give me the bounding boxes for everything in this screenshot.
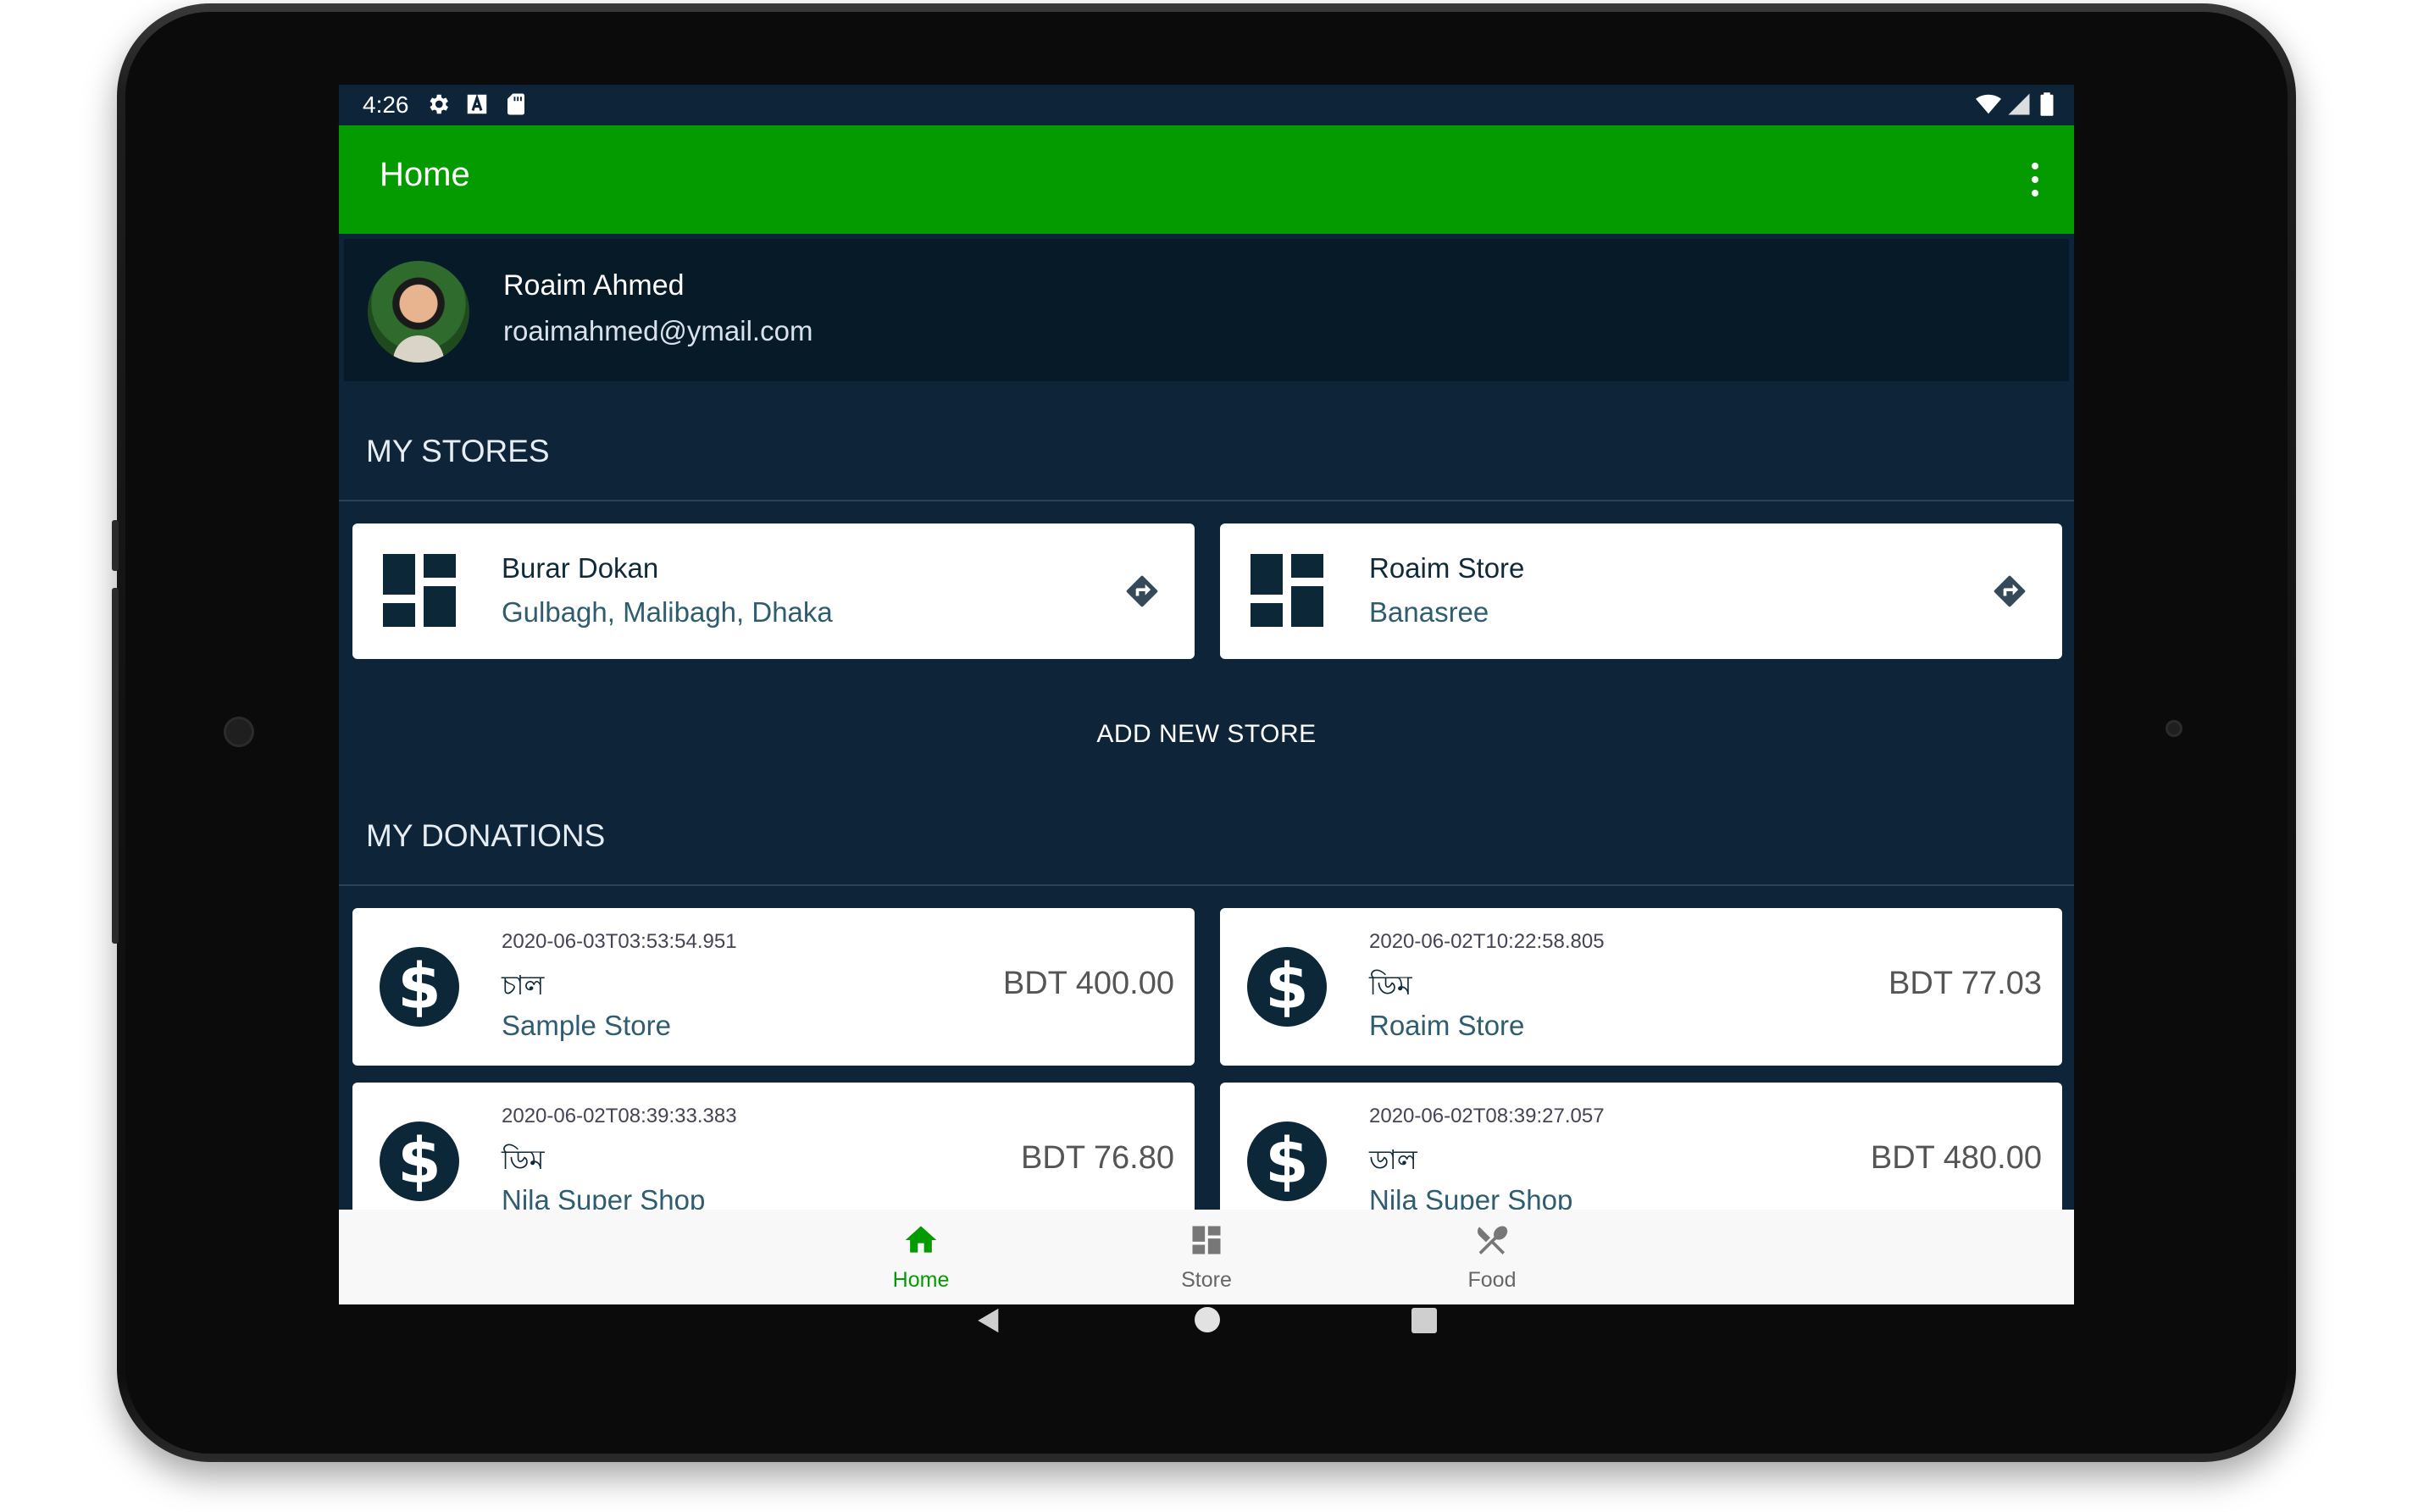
divider (339, 884, 2074, 886)
dashboard-icon (1251, 554, 1323, 627)
donation-item: ডাল (1369, 1144, 1417, 1176)
avatar (368, 261, 469, 363)
back-icon[interactable] (974, 1304, 1003, 1337)
donation-date: 2020-06-02T10:22:58.805 (1369, 930, 1605, 953)
divider (339, 500, 2074, 501)
donation-item: চাল (502, 969, 545, 1001)
volume-rocker (112, 588, 119, 944)
app-bar: Home (339, 125, 2074, 234)
page-title: Home (380, 156, 470, 193)
dollar-icon: $ (1247, 1122, 1327, 1201)
directions-icon[interactable] (1991, 573, 2028, 610)
donation-amount: BDT 77.03 (1888, 966, 2042, 1001)
store-address: Banasree (1369, 596, 1489, 628)
dollar-icon: $ (380, 1122, 459, 1201)
store-card[interactable]: Roaim Store Banasree (1220, 523, 2062, 659)
status-bar: 4:26 (339, 85, 2074, 125)
directions-icon[interactable] (1123, 573, 1161, 610)
donation-date: 2020-06-02T08:39:27.057 (1369, 1105, 1605, 1127)
app-screen: 4:26 Home Roaim Ahmed roaimahmed@ymail.c… (339, 85, 2074, 1304)
home-circle-icon[interactable] (1195, 1307, 1220, 1332)
tab-food[interactable]: Food (1441, 1221, 1543, 1293)
profile-name: Roaim Ahmed (503, 269, 685, 302)
donation-amount: BDT 76.80 (1021, 1140, 1174, 1176)
donation-date: 2020-06-03T03:53:54.951 (502, 930, 737, 953)
dashboard-icon (1192, 1226, 1221, 1254)
store-name: Roaim Store (1369, 552, 1525, 584)
store-name: Burar Dokan (502, 552, 659, 584)
home-icon (905, 1226, 937, 1253)
dashboard-icon (383, 554, 456, 627)
more-vert-icon[interactable] (2030, 163, 2040, 197)
donation-item: ডিম (1369, 969, 1412, 1001)
dollar-icon: $ (380, 947, 459, 1027)
stores-section-title: MY STORES (366, 434, 550, 468)
wifi-icon (1976, 94, 2001, 114)
dollar-icon: $ (1247, 947, 1327, 1027)
donation-amount: BDT 400.00 (1002, 966, 1174, 1001)
a-icon (467, 93, 487, 114)
tab-store[interactable]: Store (1156, 1221, 1257, 1293)
donation-amount: BDT 480.00 (1870, 1140, 2042, 1176)
front-camera (224, 717, 254, 747)
bottom-navigation: Home Store Food (339, 1210, 2074, 1304)
add-new-store-button[interactable]: ADD NEW STORE (339, 720, 2074, 749)
settings-icon (430, 94, 448, 114)
store-address: Gulbagh, Malibagh, Dhaka (502, 596, 833, 628)
donation-card[interactable]: $ 2020-06-03T03:53:54.951 চাল Sample Sto… (352, 908, 1195, 1066)
restaurant-icon (1477, 1226, 1508, 1254)
profile-card[interactable]: Roaim Ahmed roaimahmed@ymail.com (344, 239, 2069, 381)
donations-section-title: MY DONATIONS (366, 818, 606, 853)
donation-card[interactable]: $ 2020-06-02T10:22:58.805 ডিম Roaim Stor… (1220, 908, 2062, 1066)
tab-label: Food (1467, 1268, 1517, 1292)
signal-icon (2008, 93, 2030, 115)
donation-item: ডিম (502, 1144, 545, 1176)
donation-date: 2020-06-02T08:39:33.383 (502, 1105, 737, 1127)
store-card[interactable]: Burar Dokan Gulbagh, Malibagh, Dhaka (352, 523, 1195, 659)
power-button (112, 520, 119, 571)
tab-label: Store (1181, 1268, 1232, 1292)
tab-home[interactable]: Home (870, 1221, 972, 1293)
recents-icon[interactable] (1411, 1308, 1437, 1333)
tab-label: Home (892, 1268, 950, 1292)
status-time: 4:26 (363, 91, 409, 118)
donation-store: Roaim Store (1369, 1010, 1525, 1041)
battery-icon (2040, 92, 2054, 116)
profile-email: roaimahmed@ymail.com (503, 315, 813, 346)
donation-store: Sample Store (502, 1010, 671, 1041)
sd-card-icon (507, 93, 524, 115)
sensor-dot (2166, 720, 2182, 737)
